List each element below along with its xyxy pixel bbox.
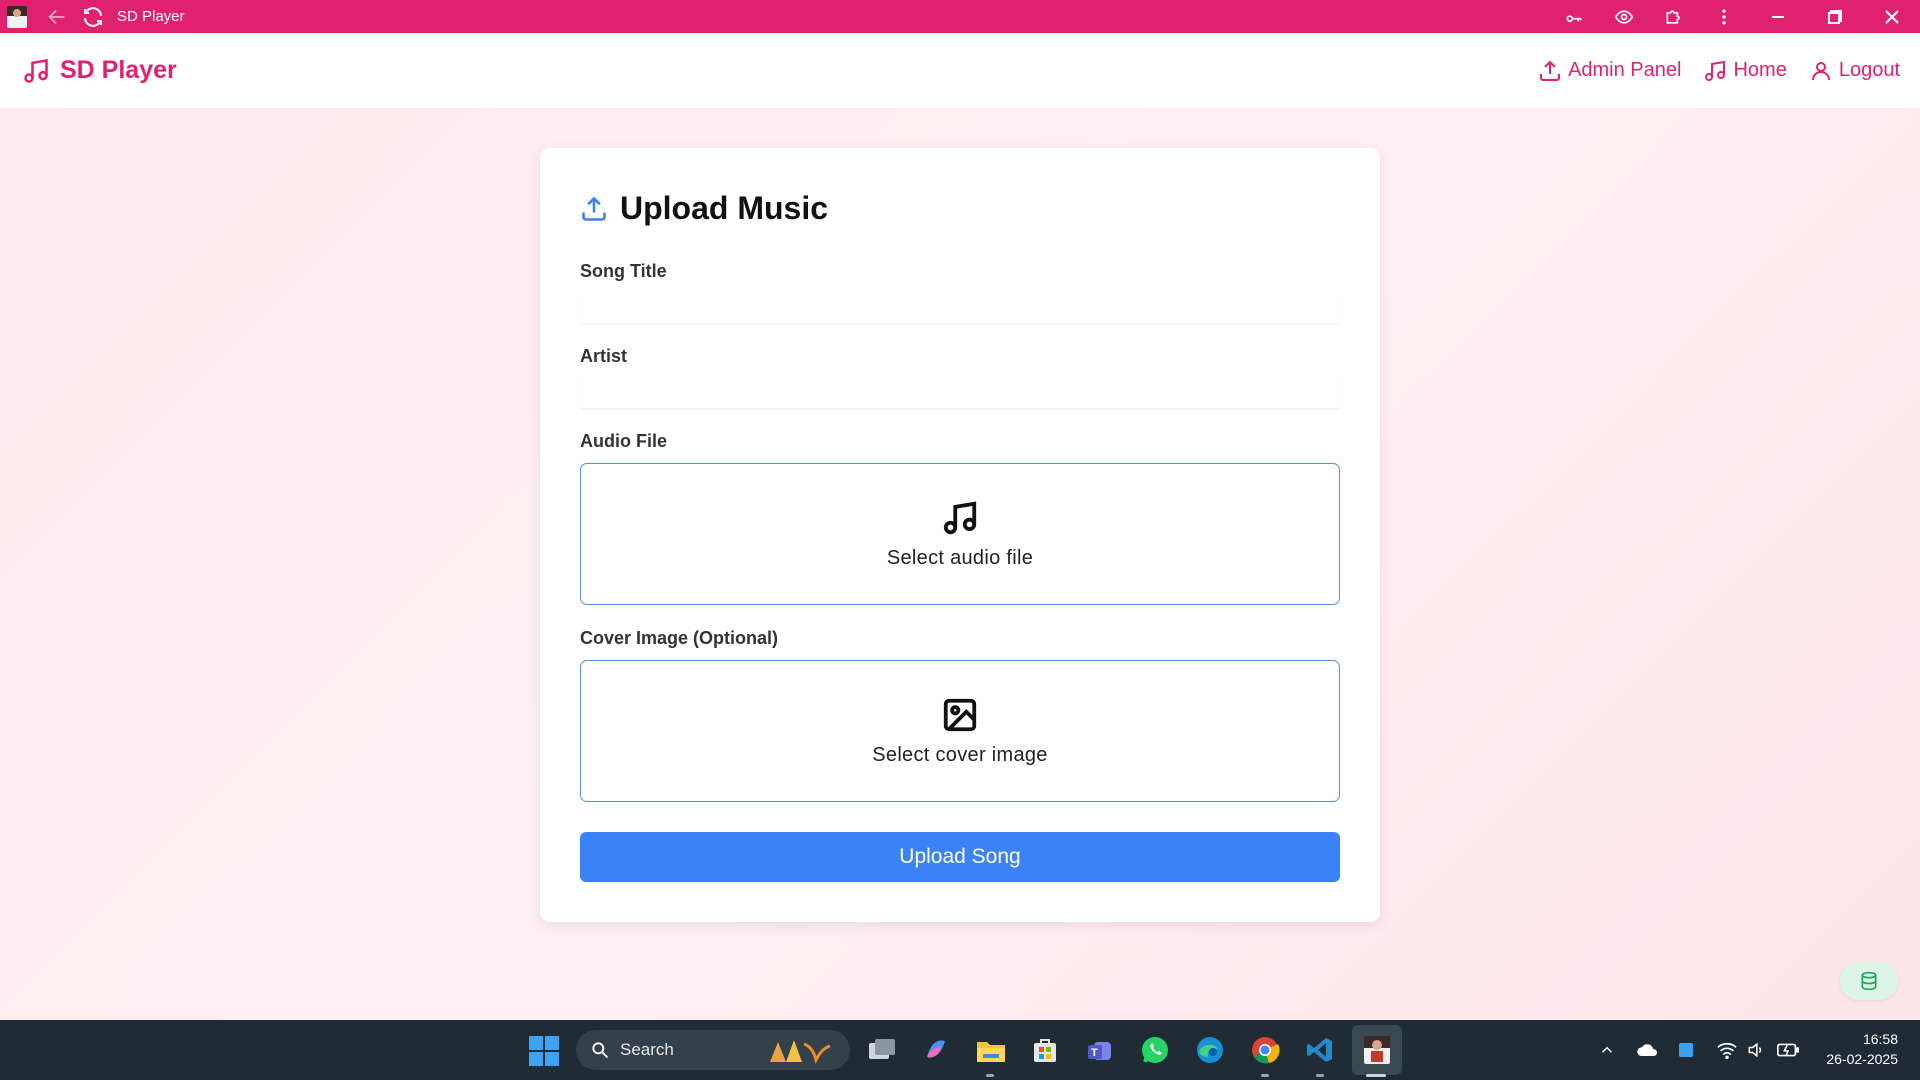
nav-admin-panel-label: Admin Panel <box>1568 59 1682 81</box>
clock-time: 16:58 <box>1862 1031 1898 1047</box>
audio-file-dropzone[interactable]: Select audio file <box>580 463 1340 605</box>
window-title: SD Player <box>117 8 185 25</box>
upload-card: Upload Music Song Title Artist Audio Fil… <box>540 148 1380 922</box>
song-title-input[interactable] <box>580 292 1340 324</box>
artist-input[interactable] <box>580 377 1340 409</box>
artist-label: Artist <box>580 346 628 366</box>
song-title-label: Song Title <box>580 261 667 281</box>
chrome-icon[interactable] <box>1247 1032 1283 1068</box>
show-hidden-icons-icon[interactable] <box>1598 1020 1616 1080</box>
top-nav: Admin Panel Home Logout <box>1516 33 1900 108</box>
brand-logo[interactable]: SD Player <box>22 56 177 85</box>
database-icon <box>1861 971 1877 991</box>
whatsapp-icon[interactable] <box>1137 1032 1173 1068</box>
explorer-running-indicator <box>986 1074 994 1077</box>
wifi-icon[interactable] <box>1716 1020 1738 1080</box>
windows-start-icon[interactable] <box>529 1036 559 1066</box>
card-heading: Upload Music <box>580 190 828 227</box>
more-menu-icon[interactable] <box>1699 0 1749 33</box>
back-arrow-icon[interactable] <box>45 5 69 29</box>
audio-dropzone-label: Select audio file <box>886 546 1034 569</box>
taskbar-search[interactable]: Search <box>576 1030 850 1070</box>
extensions-icon[interactable] <box>1649 0 1699 33</box>
cover-image-dropzone[interactable]: Select cover image <box>580 660 1340 802</box>
music-note-icon <box>943 501 977 534</box>
upload-song-button[interactable]: Upload Song <box>580 832 1340 882</box>
music-note-icon <box>24 58 48 83</box>
brand-name: SD Player <box>60 56 177 84</box>
vscode-running-indicator <box>1316 1074 1324 1077</box>
image-icon <box>943 698 977 731</box>
battery-icon[interactable] <box>1776 1020 1800 1080</box>
upload-icon <box>1540 60 1561 81</box>
taskbar-search-label: Search <box>620 1040 674 1059</box>
app-tray-icon[interactable] <box>1677 1020 1695 1080</box>
upload-icon <box>582 196 606 221</box>
taskbar: Search T 16:58 26-02-2025 <box>0 1020 1920 1080</box>
nav-home[interactable]: Home <box>1703 59 1787 83</box>
app-header: SD Player Admin Panel Home Logout <box>0 33 1920 108</box>
nav-home-label: Home <box>1733 59 1787 81</box>
window-titlebar: SD Player <box>0 0 1920 33</box>
vscode-icon[interactable] <box>1302 1032 1338 1068</box>
edge-icon[interactable] <box>1192 1032 1228 1068</box>
file-explorer-icon[interactable] <box>973 1032 1009 1068</box>
minimize-icon[interactable] <box>1749 0 1806 33</box>
nav-logout-label: Logout <box>1838 59 1900 81</box>
chrome-running-indicator <box>1261 1074 1269 1077</box>
nav-admin-panel[interactable]: Admin Panel <box>1538 59 1681 83</box>
search-icon <box>592 1042 609 1059</box>
clock-date: 26-02-2025 <box>1826 1051 1898 1067</box>
user-icon <box>1811 61 1830 80</box>
close-icon[interactable] <box>1863 0 1920 33</box>
copilot-icon[interactable] <box>918 1032 954 1068</box>
onedrive-icon[interactable] <box>1636 1020 1660 1080</box>
nav-logout[interactable]: Logout <box>1809 59 1900 83</box>
key-icon[interactable] <box>1549 0 1599 33</box>
audio-file-label: Audio File <box>580 431 667 451</box>
svg-text:T: T <box>1091 1047 1098 1059</box>
music-note-icon <box>1705 60 1726 81</box>
app-favicon <box>7 5 27 28</box>
volume-icon[interactable] <box>1746 1020 1766 1080</box>
system-clock[interactable]: 16:58 26-02-2025 <box>1826 1029 1898 1069</box>
refresh-icon[interactable] <box>81 5 105 29</box>
microsoft-store-icon[interactable] <box>1027 1032 1063 1068</box>
restore-icon[interactable] <box>1806 0 1863 33</box>
sd-player-taskbar-icon[interactable] <box>1352 1025 1402 1075</box>
teams-icon[interactable]: T <box>1082 1032 1118 1068</box>
search-highlight-icon <box>770 1040 831 1065</box>
database-button[interactable] <box>1840 962 1898 1000</box>
cover-image-label: Cover Image (Optional) <box>580 628 779 648</box>
active-app-indicator <box>1366 1074 1386 1077</box>
task-view-icon[interactable] <box>864 1032 900 1068</box>
page-title: Upload Music <box>620 190 829 226</box>
cover-dropzone-label: Select cover image <box>872 743 1048 766</box>
eye-icon[interactable] <box>1599 0 1649 33</box>
